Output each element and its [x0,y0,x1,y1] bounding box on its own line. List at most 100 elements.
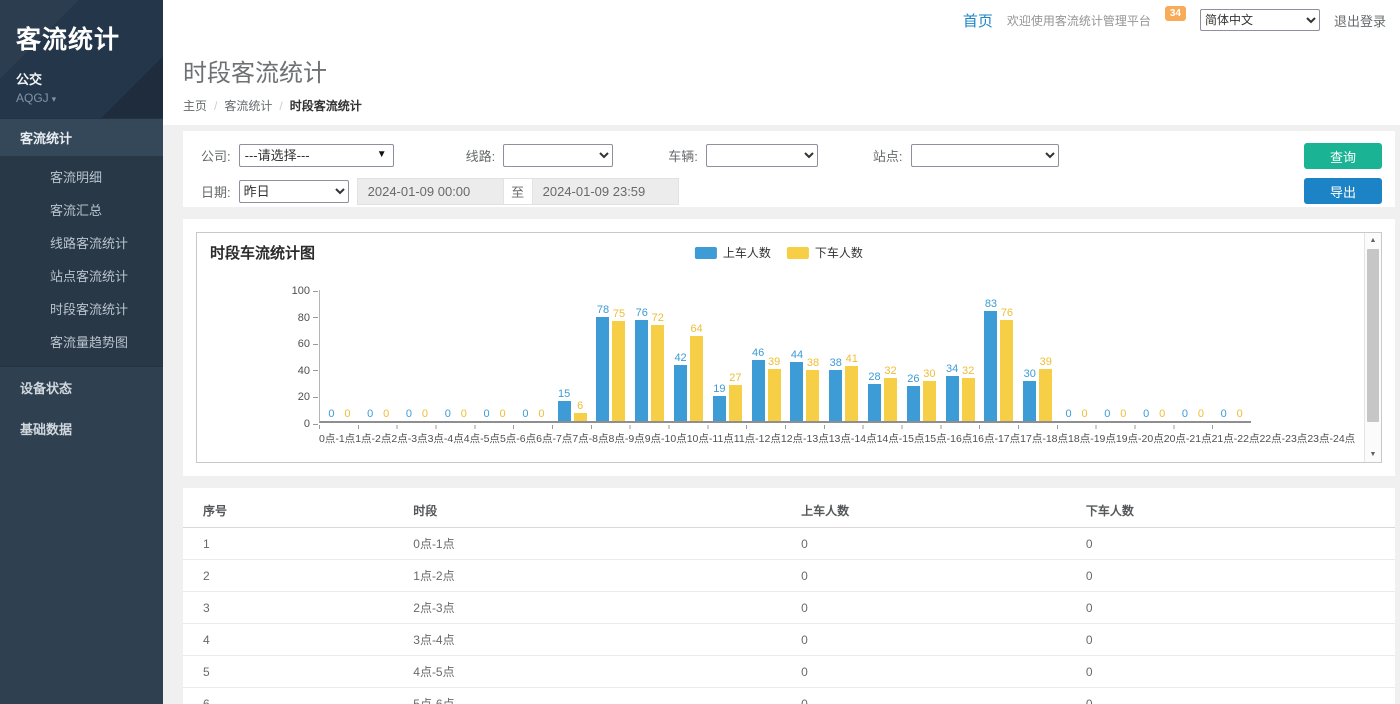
bar-column: 46 [752,347,765,421]
x-tick-label: 12点-13点 [781,431,829,446]
bar-group: 00 [1096,290,1135,421]
bar-value-label: 0 [1065,408,1071,420]
bar-group: 00 [1212,290,1251,421]
home-link[interactable]: 首页 [963,10,993,31]
notification-badge[interactable]: 34 [1165,6,1186,21]
bar [1039,369,1052,421]
sidebar-item-station-stats[interactable]: 站点客流统计 [0,259,163,292]
date-to-input[interactable] [532,178,679,205]
scrollbar-thumb[interactable] [1367,249,1379,422]
export-button[interactable]: 导出 [1304,178,1382,204]
bar-group: 00 [320,290,359,421]
table-cell: 0点-1点 [413,528,801,560]
language-select[interactable]: 简体中文 [1200,9,1320,31]
y-tick: 40 [298,365,318,377]
bar [1000,320,1013,421]
table-cell: 4 [183,624,413,656]
sidebar-submenu: 客流明细 客流汇总 线路客流统计 站点客流统计 时段客流统计 客流量趋势图 [0,156,163,367]
bar-group: 3841 [824,290,863,421]
table-cell: 6 [183,688,413,704]
bar [690,336,703,421]
bar-value-label: 0 [484,408,490,420]
bar [806,370,819,421]
vehicle-select[interactable] [706,144,818,167]
table-cell: 0 [1086,560,1395,592]
bar-group: 00 [359,290,398,421]
sidebar-item-trend-chart[interactable]: 客流量趋势图 [0,325,163,358]
sidebar: 客流统计 公交 AQGJ▾ 客流统计 客流明细 客流汇总 线路客流统计 站点客流… [0,0,163,704]
bar-column: 42 [674,352,687,421]
bar-value-label: 19 [713,383,725,395]
x-tick-label: 5点-6点 [500,431,536,446]
bar [907,386,920,421]
bar-column: 0 [325,408,338,421]
bar-value-label: 46 [752,347,764,359]
filter-row-1: 公司: ---请选择--- ▼ 线路: 车辆: 站点: [201,144,1379,167]
table-cell: 3点-4点 [413,624,801,656]
chart-y-axis: 020406080100 [197,290,318,423]
x-tick-label: 0点-1点 [319,431,355,446]
breadcrumb-section[interactable]: 客流统计 [224,97,272,114]
bar-column: 75 [612,308,625,421]
bar [729,385,742,421]
bar-value-label: 75 [613,308,625,320]
x-tick-label: 15点-16点 [924,431,972,446]
sidebar-item-line-stats[interactable]: 线路客流统计 [0,226,163,259]
bar-column: 0 [1194,408,1207,421]
breadcrumb-home[interactable]: 主页 [183,97,207,114]
legend-boarding[interactable]: 上车人数 [695,244,771,261]
sidebar-item-base-data[interactable]: 基础数据 [0,408,163,449]
query-button[interactable]: 查询 [1304,143,1382,169]
bar-value-label: 83 [985,298,997,310]
bar [923,381,936,421]
table-cell: 3 [183,592,413,624]
bar-value-label: 0 [367,408,373,420]
table-row: 10点-1点00 [183,528,1395,560]
bar-value-label: 0 [538,408,544,420]
table-row: 21点-2点00 [183,560,1395,592]
bar-value-label: 0 [522,408,528,420]
bar [768,369,781,421]
bar-column: 44 [790,349,803,421]
chart-vertical-scrollbar[interactable]: ▲ ▼ [1364,233,1381,462]
company-select[interactable]: ---请选择--- [239,144,394,167]
scroll-down-icon[interactable]: ▼ [1365,451,1381,458]
legend-swatch-alighting [787,247,809,259]
bar-group: 4438 [786,290,825,421]
station-select[interactable] [911,144,1059,167]
org-code-dropdown[interactable]: AQGJ▾ [16,91,147,105]
line-select[interactable] [503,144,613,167]
bar-group: 7875 [592,290,631,421]
sidebar-item-period-stats[interactable]: 时段客流统计 [0,292,163,325]
bar-value-label: 0 [422,408,428,420]
date-preset-select[interactable]: 昨日 [239,180,349,203]
bar-column: 39 [1039,356,1052,421]
chevron-down-icon: ▾ [52,94,57,104]
sidebar-item-device-status[interactable]: 设备状态 [0,367,163,408]
bar-value-label: 0 [1081,408,1087,420]
chart-x-axis-labels: 0点-1点1点-2点2点-3点3点-4点4点-5点5点-6点6点-7点7点-8点… [319,431,1251,446]
x-tick-label: 21点-22点 [1212,431,1260,446]
bar-value-label: 0 [1221,408,1227,420]
date-from-input[interactable] [357,178,504,205]
sidebar-group-passenger-stats[interactable]: 客流统计 [0,118,163,156]
bar-column: 83 [984,298,997,421]
x-tick-label: 14点-15点 [877,431,925,446]
sidebar-item-passenger-summary[interactable]: 客流汇总 [0,193,163,226]
table-cell: 0 [1086,656,1395,688]
bar-value-label: 76 [1001,307,1013,319]
table-cell: 0 [801,656,1086,688]
table-cell: 0 [801,688,1086,704]
bar [845,366,858,421]
x-tick-label: 8点-9点 [609,431,645,446]
bar [574,413,587,421]
bar-group: 00 [1057,290,1096,421]
x-tick-label: 2点-3点 [391,431,427,446]
bar-value-label: 30 [923,368,935,380]
logout-link[interactable]: 退出登录 [1334,11,1386,30]
scroll-up-icon[interactable]: ▲ [1365,237,1381,244]
sidebar-item-passenger-detail[interactable]: 客流明细 [0,160,163,193]
legend-alighting[interactable]: 下车人数 [787,244,863,261]
bar-column: 34 [946,363,959,421]
header-period: 时段 [413,494,801,528]
